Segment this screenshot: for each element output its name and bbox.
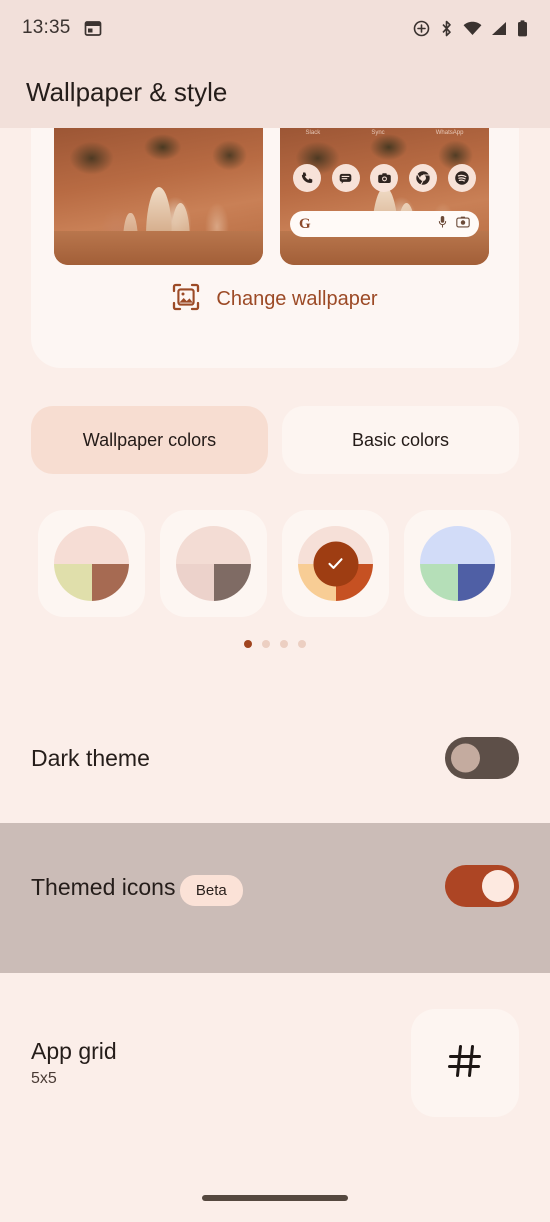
page-dot-active[interactable] xyxy=(244,640,252,648)
messages-icon xyxy=(331,164,360,192)
themed-icons-toggle[interactable] xyxy=(445,865,519,907)
home-dock xyxy=(280,164,489,192)
ground-decoration xyxy=(54,231,263,265)
spotify-icon xyxy=(447,164,476,192)
status-clock: 13:35 xyxy=(22,17,71,38)
home-screen-preview[interactable]: Slack Sync WhatsApp G xyxy=(280,128,489,265)
color-source-tabs: Wallpaper colors Basic colors xyxy=(31,406,519,474)
app-grid-label: App grid xyxy=(31,1038,117,1064)
color-swatch-row xyxy=(38,510,511,617)
page-dot[interactable] xyxy=(262,640,270,648)
wallpaper-preview-card: Slack Sync WhatsApp G Change wallpaper xyxy=(31,128,519,368)
swatch-top-color xyxy=(54,526,129,564)
tab-basic-colors[interactable]: Basic colors xyxy=(282,406,519,474)
google-search-bar[interactable]: G xyxy=(290,211,479,237)
app-grid-row[interactable]: App grid 5x5 xyxy=(0,993,550,1133)
color-swatch-option-selected[interactable] xyxy=(282,510,389,617)
color-swatch-option[interactable] xyxy=(160,510,267,617)
grid-icon xyxy=(446,1042,484,1085)
app-grid-text-block: App grid 5x5 xyxy=(31,1038,117,1088)
tab-label: Basic colors xyxy=(351,429,450,450)
toggle-knob xyxy=(451,743,480,773)
swatch-bottom-right-color xyxy=(213,563,251,601)
swatch-bottom-right-color xyxy=(457,563,495,601)
mic-icon[interactable] xyxy=(437,215,448,234)
swatch-bottom-left-color xyxy=(420,563,458,601)
cellular-signal-icon xyxy=(491,21,508,36)
page-title: Wallpaper & style xyxy=(26,76,228,107)
wallpaper-preview-row: Slack Sync WhatsApp G xyxy=(54,128,489,265)
phone-icon xyxy=(293,164,322,192)
status-bar-left: 13:35 xyxy=(22,17,102,39)
themed-icons-label: Themed icons xyxy=(31,874,176,900)
dark-theme-row[interactable]: Dark theme xyxy=(0,708,550,808)
swatch-bottom-left-color xyxy=(176,563,214,601)
page-dot[interactable] xyxy=(298,640,306,648)
status-bar: 13:35 xyxy=(0,0,550,56)
camera-icon xyxy=(370,164,399,192)
navigation-bar xyxy=(0,1174,550,1222)
swatch-circle xyxy=(420,526,495,601)
home-gesture-handle[interactable] xyxy=(202,1195,348,1201)
lens-icon[interactable] xyxy=(456,215,470,233)
swatch-circle xyxy=(298,526,373,601)
app-label: Sync xyxy=(371,130,385,136)
app-label: WhatsApp xyxy=(435,130,464,136)
dark-theme-label: Dark theme xyxy=(31,744,150,771)
change-wallpaper-button[interactable]: Change wallpaper xyxy=(31,283,519,316)
tab-wallpaper-colors[interactable]: Wallpaper colors xyxy=(31,406,268,474)
chrome-icon xyxy=(409,164,438,192)
check-icon xyxy=(313,541,358,586)
color-swatch-option[interactable] xyxy=(404,510,511,617)
wifi-icon xyxy=(463,21,482,36)
themed-icons-row[interactable]: Themed icons Beta xyxy=(0,823,550,973)
swatch-bottom-left-color xyxy=(54,563,92,601)
google-g-icon: G xyxy=(299,215,311,232)
search-bar-actions xyxy=(437,215,470,234)
swatch-circle xyxy=(176,526,251,601)
color-swatch-option[interactable] xyxy=(38,510,145,617)
image-frame-icon xyxy=(172,283,200,316)
change-wallpaper-label: Change wallpaper xyxy=(216,288,378,310)
battery-icon xyxy=(517,19,528,37)
lock-screen-preview[interactable] xyxy=(54,128,263,265)
app-bar: Wallpaper & style xyxy=(0,56,550,128)
tab-label: Wallpaper colors xyxy=(82,429,217,450)
swatch-bottom-right-color xyxy=(91,563,129,601)
home-app-labels: Slack Sync WhatsApp xyxy=(280,130,489,136)
dark-theme-toggle[interactable] xyxy=(445,737,519,779)
data-saver-icon xyxy=(413,20,430,37)
swatch-circle xyxy=(54,526,129,601)
swatch-top-color xyxy=(420,526,495,564)
toggle-knob xyxy=(482,870,514,902)
app-grid-value: 5x5 xyxy=(31,1070,57,1087)
app-grid-button[interactable] xyxy=(411,1009,519,1117)
settings-scroll-body[interactable]: Slack Sync WhatsApp G Change wallpaper W… xyxy=(0,128,550,1222)
calendar-icon xyxy=(84,19,102,37)
page-dot[interactable] xyxy=(280,640,288,648)
page-indicator-dots xyxy=(0,640,550,648)
status-bar-right xyxy=(413,19,528,37)
bluetooth-icon xyxy=(439,20,454,37)
themed-icons-text-block: Themed icons Beta xyxy=(31,861,243,906)
app-label: Slack xyxy=(305,130,321,136)
swatch-top-color xyxy=(176,526,251,564)
beta-badge: Beta xyxy=(179,875,243,906)
wallpaper-and-style-screen: 13:35 Wallpaper & style Slack Sync Whats… xyxy=(0,0,550,1222)
